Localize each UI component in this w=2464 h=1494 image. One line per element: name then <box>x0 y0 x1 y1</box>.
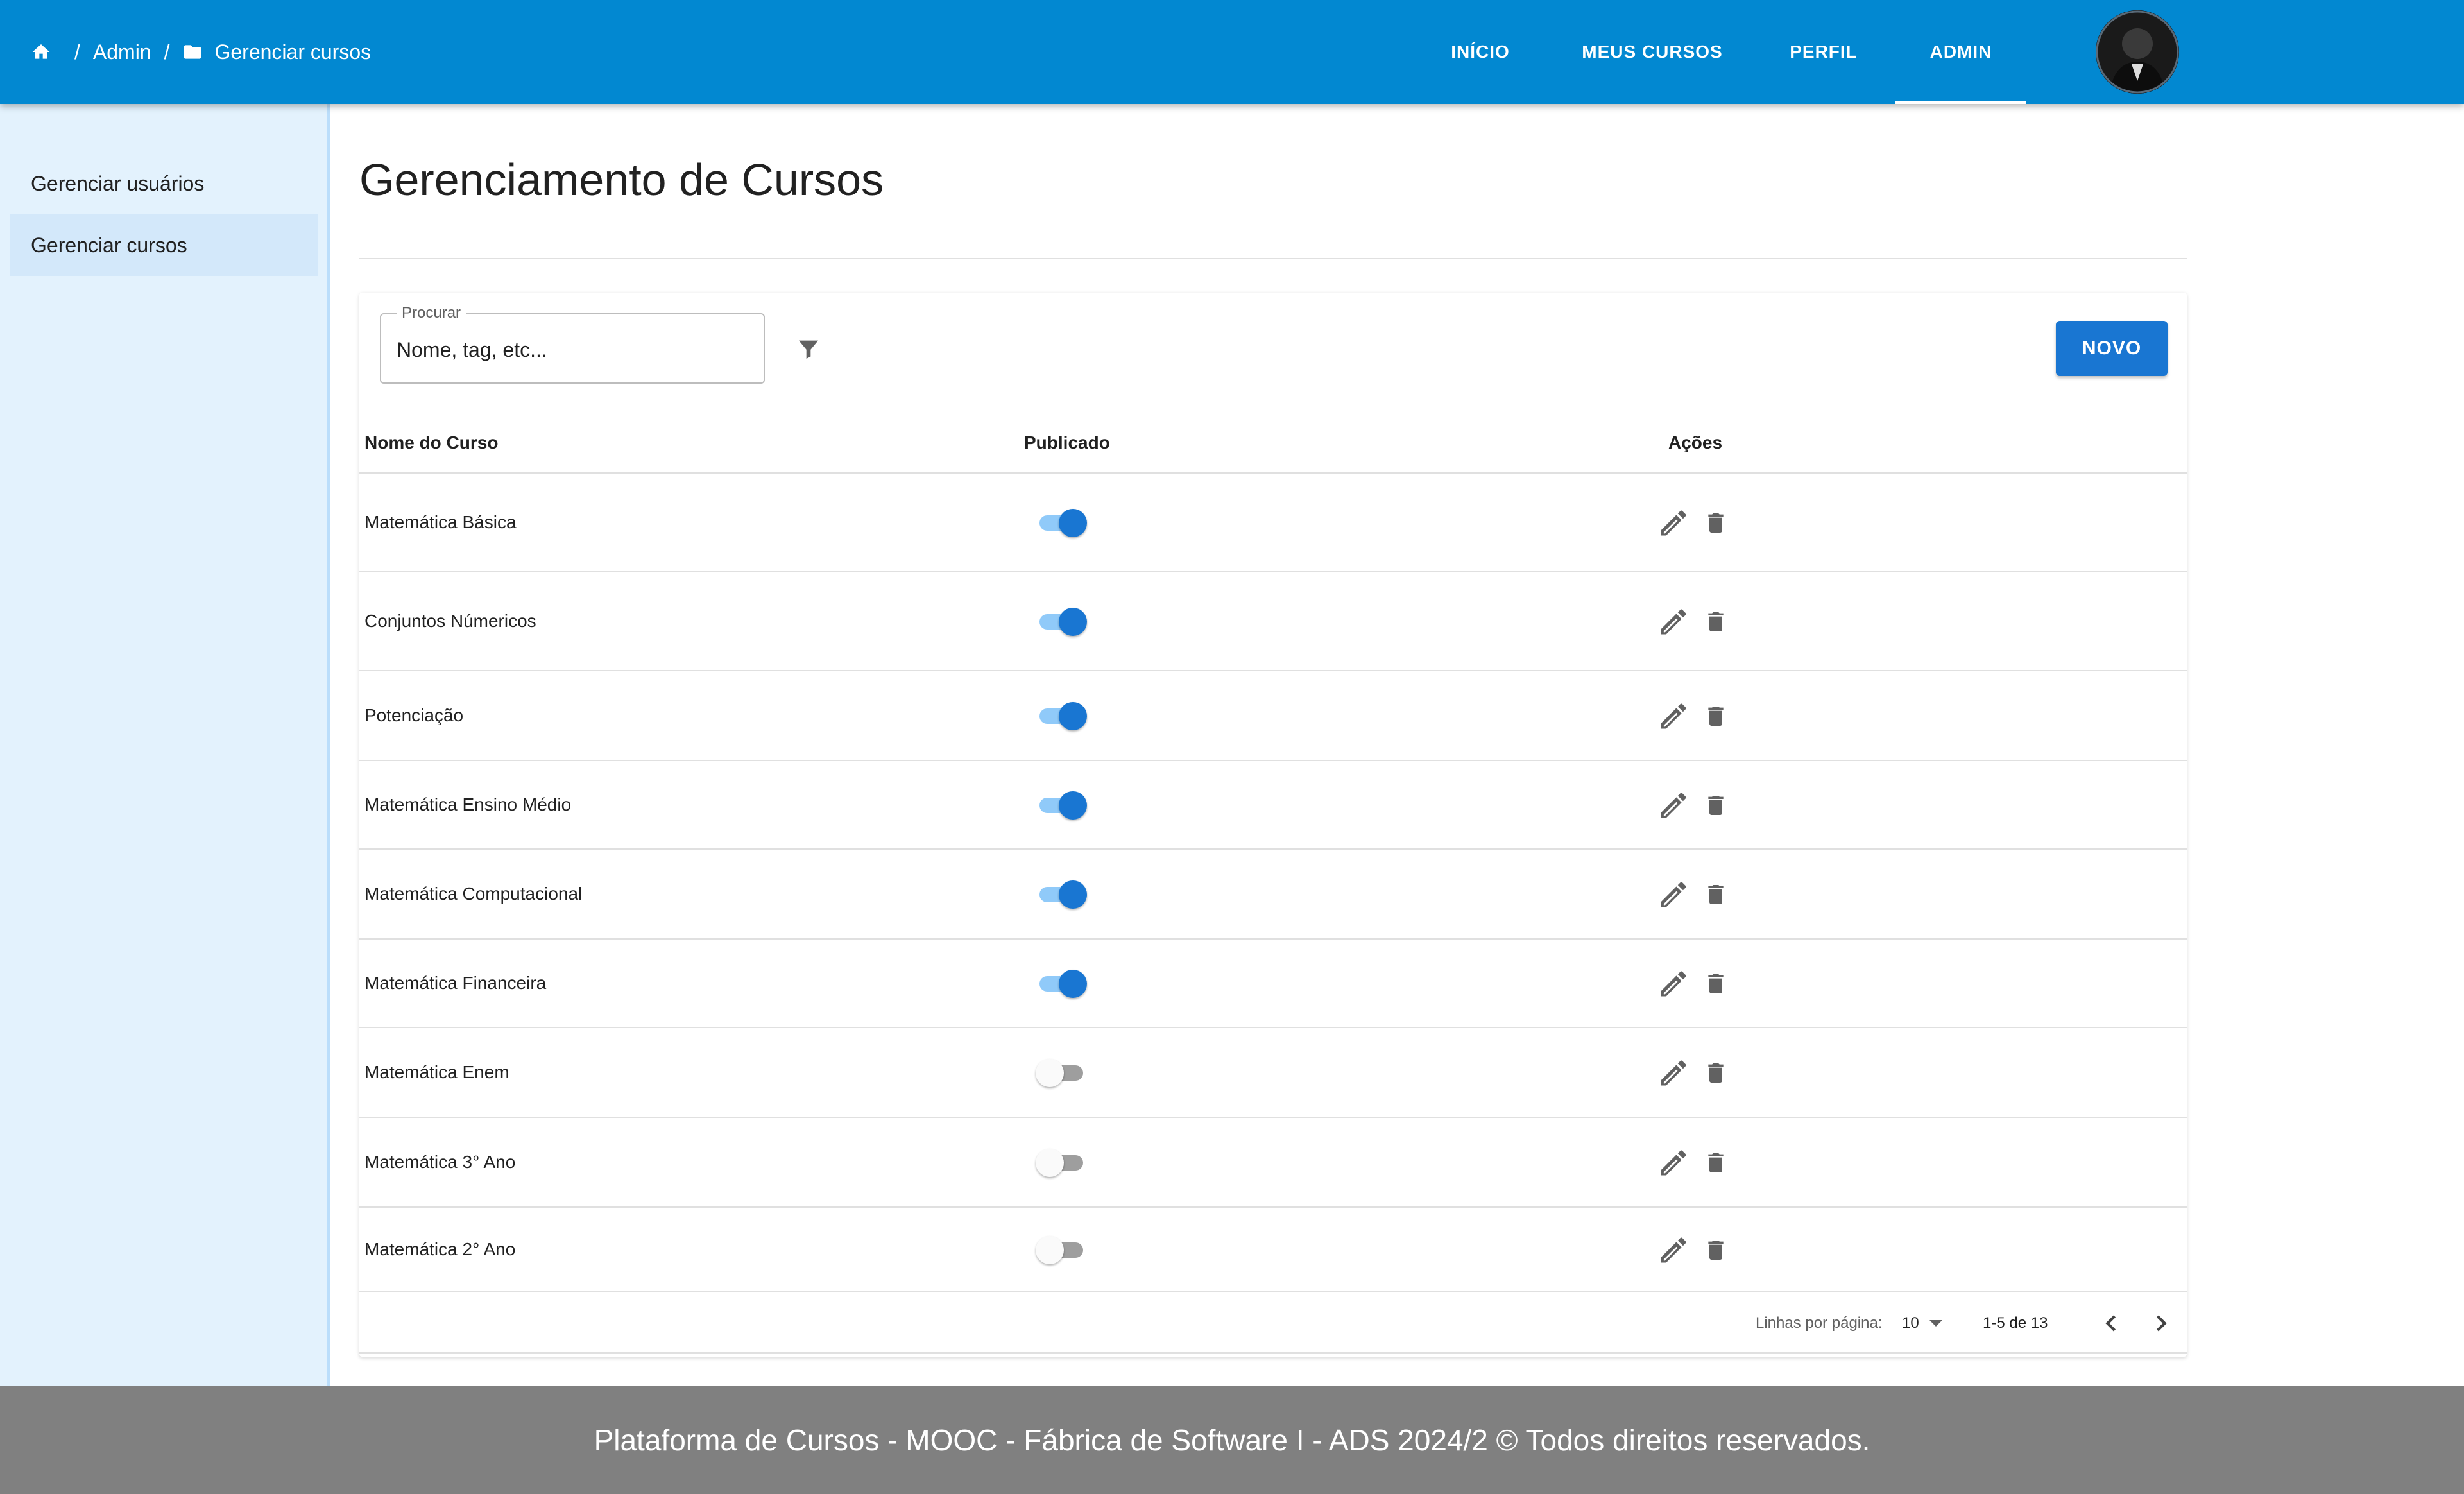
published-toggle[interactable] <box>1036 1236 1084 1264</box>
table-row: Matemática 2° Ano <box>359 1208 2187 1292</box>
published-toggle[interactable] <box>1036 1059 1084 1087</box>
table-row: Matemática Básica <box>359 474 2187 572</box>
page-title: Gerenciamento de Cursos <box>359 155 884 205</box>
breadcrumb-current: Gerenciar cursos <box>214 40 372 64</box>
breadcrumb: / Admin / Gerenciar cursos <box>31 0 371 104</box>
course-name: Matemática Computacional <box>364 884 583 904</box>
published-toggle[interactable] <box>1036 509 1087 537</box>
search-label: Procurar <box>397 304 466 322</box>
search-field[interactable]: Procurar <box>380 304 765 384</box>
table-row: Matemática Enem <box>359 1028 2187 1118</box>
rows-per-page-label: Linhas por página: <box>1756 1314 1883 1332</box>
sidebar-item-gerenciar-cursos[interactable]: Gerenciar cursos <box>10 214 318 276</box>
toggle-thumb <box>1059 509 1087 537</box>
breadcrumb-separator: / <box>164 40 170 64</box>
nav-meus-cursos[interactable]: MEUS CURSOS <box>1536 0 1768 104</box>
avatar[interactable] <box>2096 10 2179 94</box>
courses-card: Procurar NOVO Nome do Curso Publicado Aç… <box>359 293 2187 1357</box>
title-divider <box>359 258 2187 259</box>
pencil-icon[interactable] <box>1657 1233 1690 1267</box>
toggle-thumb <box>1059 970 1087 998</box>
toggle-thumb <box>1059 791 1087 820</box>
column-header-published[interactable]: Publicado <box>1024 412 1110 474</box>
sidebar: Gerenciar usuários Gerenciar cursos <box>0 104 330 1386</box>
pencil-icon[interactable] <box>1657 789 1690 822</box>
column-header-name[interactable]: Nome do Curso <box>364 412 498 474</box>
nav-perfil[interactable]: PERFIL <box>1768 0 1879 104</box>
course-name: Matemática Financeira <box>364 973 547 993</box>
home-icon[interactable] <box>31 42 51 62</box>
table-row: Matemática 3° Ano <box>359 1118 2187 1208</box>
trash-icon[interactable] <box>1703 702 1729 730</box>
sidebar-item-gerenciar-usuarios[interactable]: Gerenciar usuários <box>10 153 318 214</box>
pencil-icon[interactable] <box>1657 506 1690 540</box>
trash-icon[interactable] <box>1703 509 1729 537</box>
pencil-icon[interactable] <box>1657 878 1690 911</box>
published-toggle[interactable] <box>1036 970 1087 998</box>
course-name: Matemática 2° Ano <box>364 1239 516 1259</box>
trash-icon[interactable] <box>1703 1059 1729 1087</box>
pencil-icon[interactable] <box>1657 967 1690 1000</box>
app-bar: / Admin / Gerenciar cursos INÍCIO MEUS C… <box>0 0 2464 104</box>
pencil-icon[interactable] <box>1657 1146 1690 1180</box>
trash-icon[interactable] <box>1703 608 1729 636</box>
table-row: Conjuntos Númericos <box>359 572 2187 671</box>
pencil-icon[interactable] <box>1657 700 1690 733</box>
table-row: Matemática Ensino Médio <box>359 761 2187 850</box>
published-toggle[interactable] <box>1036 1149 1084 1177</box>
nav-inicio[interactable]: INÍCIO <box>1425 0 1536 104</box>
folder-icon <box>182 42 203 62</box>
published-toggle[interactable] <box>1036 702 1087 730</box>
course-name: Conjuntos Númericos <box>364 611 536 631</box>
course-name: Matemática Ensino Médio <box>364 794 572 814</box>
chevron-right-icon[interactable] <box>2147 1309 2175 1337</box>
course-name: Matemática Enem <box>364 1062 509 1082</box>
course-name: Potenciação <box>364 705 464 725</box>
trash-icon[interactable] <box>1703 880 1729 909</box>
filter-icon[interactable] <box>796 336 821 362</box>
footer-text: Plataforma de Cursos - MOOC - Fábrica de… <box>594 1423 1870 1457</box>
pagination: Linhas por página: 10 1-5 de 13 <box>359 1292 2187 1354</box>
new-course-button[interactable]: NOVO <box>2056 321 2168 376</box>
breadcrumb-admin[interactable]: Admin <box>93 40 151 64</box>
toggle-thumb <box>1036 1149 1064 1177</box>
table-header: Nome do Curso Publicado Ações <box>359 412 2187 474</box>
toggle-thumb <box>1036 1059 1064 1087</box>
toggle-thumb <box>1059 702 1087 730</box>
breadcrumb-separator: / <box>74 40 80 64</box>
table-row: Matemática Computacional <box>359 850 2187 940</box>
trash-icon[interactable] <box>1703 1149 1729 1177</box>
pencil-icon[interactable] <box>1657 1056 1690 1090</box>
trash-icon[interactable] <box>1703 970 1729 998</box>
table-row: Matemática Financeira <box>359 940 2187 1028</box>
toggle-thumb <box>1059 608 1087 636</box>
search-input[interactable] <box>397 334 749 366</box>
toggle-thumb <box>1036 1236 1064 1264</box>
trash-icon[interactable] <box>1703 791 1729 820</box>
rows-per-page-value: 10 <box>1902 1314 1919 1332</box>
pagination-range: 1-5 de 13 <box>1983 1314 2048 1332</box>
course-name: Matemática Básica <box>364 512 517 532</box>
nav-admin[interactable]: ADMIN <box>1895 0 2026 104</box>
column-header-actions: Ações <box>1668 433 1723 452</box>
published-toggle[interactable] <box>1036 791 1087 820</box>
published-toggle[interactable] <box>1036 608 1087 636</box>
published-toggle[interactable] <box>1036 880 1087 909</box>
toggle-thumb <box>1059 880 1087 909</box>
table-row: Potenciação <box>359 671 2187 761</box>
chevron-left-icon[interactable] <box>2097 1309 2125 1337</box>
course-name: Matemática 3° Ano <box>364 1152 516 1172</box>
caret-down-icon <box>1929 1320 1942 1327</box>
rows-per-page-select[interactable]: 10 <box>1902 1292 1942 1354</box>
trash-icon[interactable] <box>1703 1236 1729 1264</box>
pencil-icon[interactable] <box>1657 605 1690 639</box>
footer: Plataforma de Cursos - MOOC - Fábrica de… <box>0 1386 2464 1494</box>
